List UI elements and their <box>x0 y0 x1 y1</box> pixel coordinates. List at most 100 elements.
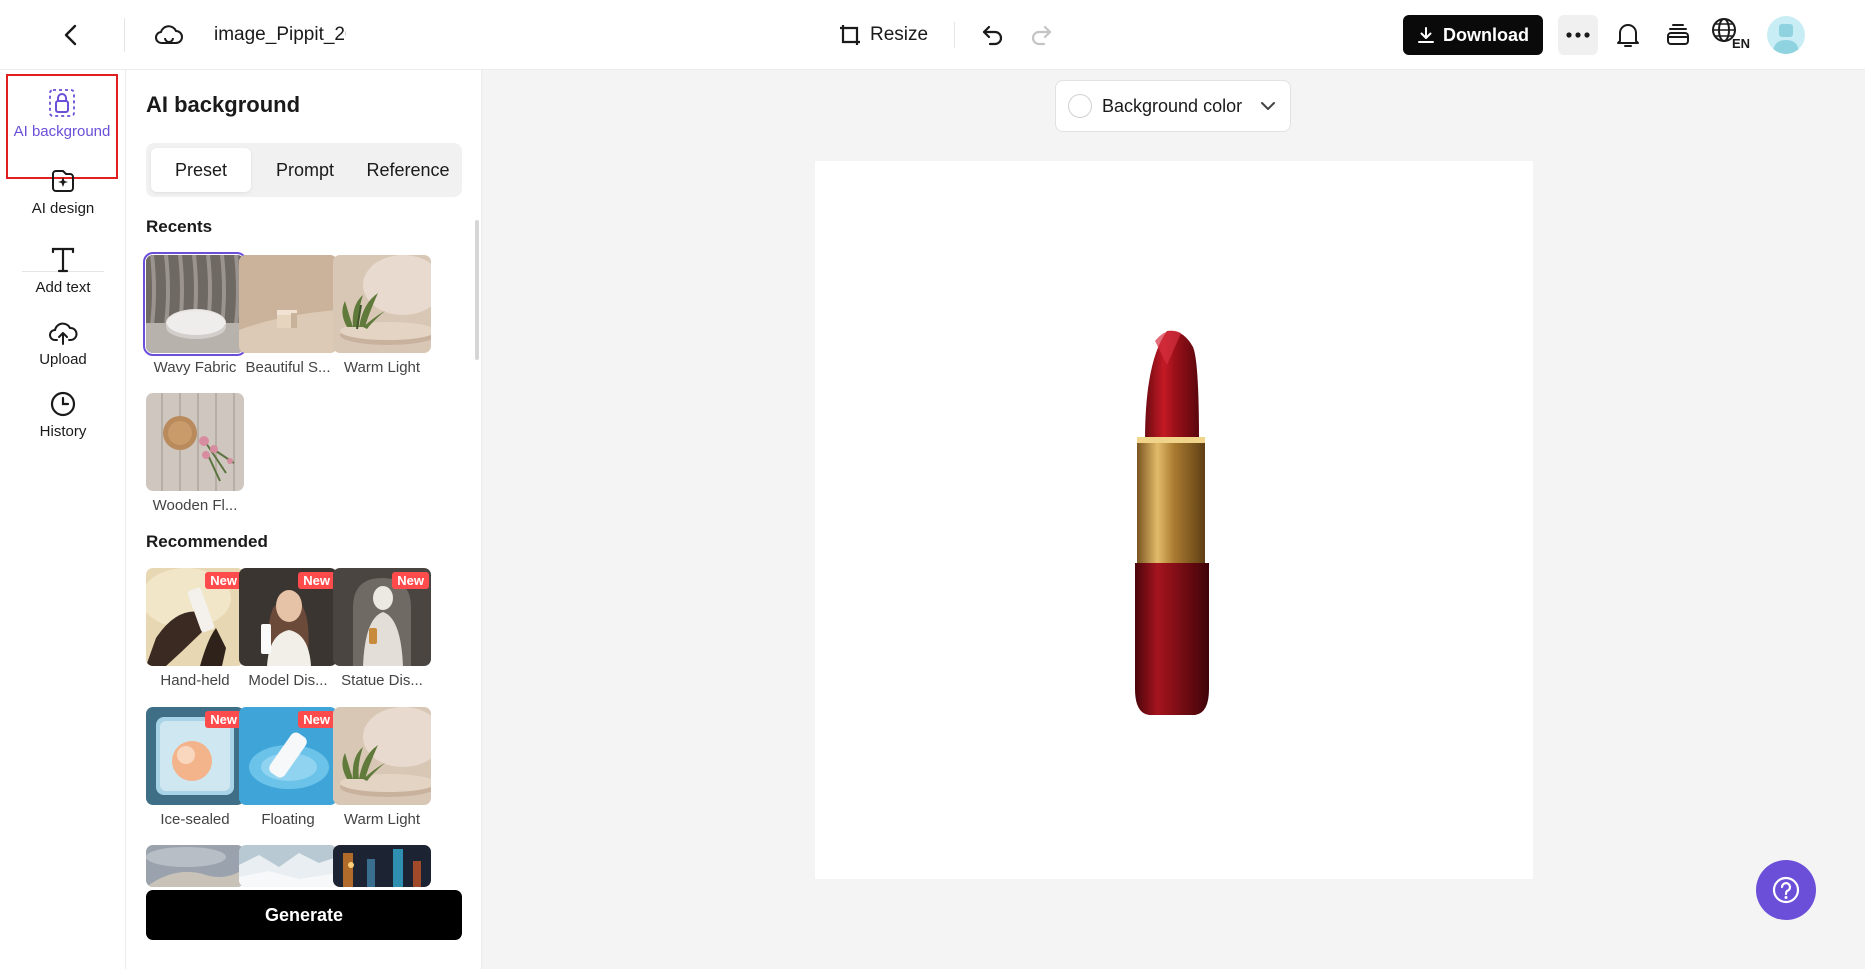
new-badge: New <box>298 572 335 589</box>
more-dots-icon <box>1566 32 1590 38</box>
preset-thumbnail[interactable]: Wooden Fl... <box>146 393 244 514</box>
new-badge: New <box>205 572 242 589</box>
preset-thumbnail[interactable]: Warm Light <box>333 707 431 828</box>
preset-thumbnail[interactable]: New Ice-sealed <box>146 707 244 828</box>
preset-thumbnail[interactable]: Beautiful S... <box>239 255 337 376</box>
notification-button[interactable] <box>1610 17 1646 53</box>
cloud-save-icon[interactable] <box>152 20 186 50</box>
preset-image <box>333 845 431 887</box>
preset-image: New <box>239 707 337 805</box>
ai-background-panel: AI background Preset Prompt Reference Re… <box>126 70 482 969</box>
preset-label: Ice-sealed <box>160 811 230 828</box>
preset-thumbnail[interactable]: New Model Dis... <box>239 568 337 689</box>
rail-item-label: AI design <box>31 200 95 217</box>
rail-item-add-text[interactable]: Add text <box>8 246 118 298</box>
more-options-button[interactable] <box>1558 15 1598 55</box>
preset-label: Model Dis... <box>248 672 328 689</box>
recents-title: Recents <box>146 217 213 236</box>
preset-image <box>146 845 244 887</box>
download-label: Download <box>1443 24 1529 45</box>
rail-item-ai-background[interactable]: AI background <box>6 74 118 179</box>
tab-preset[interactable]: Preset <box>151 148 251 192</box>
divider <box>124 18 125 52</box>
subscription-button[interactable] <box>1660 17 1696 53</box>
preset-label: Warm Light <box>343 359 421 376</box>
chevron-left-icon <box>64 24 77 46</box>
text-icon <box>51 247 75 273</box>
question-mark-icon <box>1772 876 1800 904</box>
resize-button[interactable]: Resize <box>838 18 928 52</box>
preset-image <box>333 255 431 353</box>
generate-button[interactable]: Generate <box>146 890 462 940</box>
preset-label: Statue Dis... <box>341 672 423 689</box>
clock-icon <box>50 391 76 417</box>
preset-image <box>146 393 244 491</box>
preset-image <box>239 845 337 887</box>
preset-label: Wavy Fabric <box>153 359 237 376</box>
redo-button[interactable] <box>1024 18 1058 52</box>
preset-image: New <box>146 707 244 805</box>
tab-reference[interactable]: Reference <box>357 148 459 192</box>
preset-thumbnail[interactable] <box>146 845 244 887</box>
ai-background-icon <box>49 89 75 117</box>
new-badge: New <box>205 711 242 728</box>
rail-item-ai-design[interactable]: AI design <box>8 167 118 219</box>
panel-title: AI background <box>146 92 301 117</box>
download-button[interactable]: Download <box>1403 15 1543 55</box>
preset-label: Floating <box>261 811 315 828</box>
color-swatch <box>1068 94 1092 118</box>
preset-thumbnail[interactable] <box>333 845 431 887</box>
preset-image: New <box>239 568 337 666</box>
preset-thumbnail[interactable] <box>239 845 337 887</box>
left-toolbar: AI background AI design Add text Upload … <box>0 70 126 969</box>
user-avatar-icon <box>1773 24 1799 54</box>
recommended-title: Recommended <box>146 532 268 551</box>
language-button[interactable]: EN <box>1710 16 1754 54</box>
preset-image <box>143 252 247 356</box>
panel-scrollbar[interactable] <box>475 220 479 360</box>
preset-thumbnail[interactable]: Warm Light <box>333 255 431 376</box>
preset-thumbnail[interactable]: New Hand-held <box>146 568 244 689</box>
preset-thumbnail[interactable]: New Statue Dis... <box>333 568 431 689</box>
avatar[interactable] <box>1767 16 1805 54</box>
upload-cloud-icon <box>49 322 78 345</box>
help-button[interactable] <box>1756 860 1816 920</box>
preset-image: New <box>146 568 244 666</box>
download-icon <box>1418 27 1434 43</box>
undo-button[interactable] <box>976 18 1010 52</box>
rail-item-upload[interactable]: Upload <box>8 318 118 370</box>
file-name[interactable]: image_Pippit_20 <box>214 22 346 48</box>
undo-icon <box>982 25 1003 46</box>
background-color-label: Background color <box>1102 95 1243 116</box>
design-canvas[interactable] <box>815 161 1533 879</box>
rail-item-label: History <box>39 423 87 440</box>
rail-item-label: Add text <box>35 279 91 296</box>
canvas-workspace: Background color <box>482 70 1865 969</box>
product-image[interactable] <box>815 161 1533 879</box>
preset-image <box>333 707 431 805</box>
preset-thumbnail[interactable]: New Floating <box>239 707 337 828</box>
background-color-dropdown[interactable]: Background color <box>1055 80 1291 132</box>
preset-label: Wooden Fl... <box>152 497 238 514</box>
preset-label: Warm Light <box>343 811 421 828</box>
language-code: EN <box>1732 36 1751 51</box>
divider <box>954 22 955 48</box>
preset-label: Beautiful S... <box>245 359 331 376</box>
ai-design-icon <box>52 170 74 192</box>
new-badge: New <box>392 572 429 589</box>
rail-item-history[interactable]: History <box>8 390 118 442</box>
preset-label: Hand-held <box>160 672 230 689</box>
preset-image: New <box>333 568 431 666</box>
tab-bar: Preset Prompt Reference <box>146 143 462 197</box>
preset-thumbnail[interactable]: Wavy Fabric <box>143 252 247 376</box>
tab-prompt[interactable]: Prompt <box>255 148 355 192</box>
preset-image <box>239 255 337 353</box>
resize-label: Resize <box>870 24 929 45</box>
new-badge: New <box>298 711 335 728</box>
rail-item-label: Upload <box>39 351 87 368</box>
redo-icon <box>1031 25 1052 46</box>
resize-icon <box>840 25 860 45</box>
stack-icon <box>1667 24 1689 45</box>
back-button[interactable] <box>54 18 88 52</box>
rail-item-label: AI background <box>13 123 111 140</box>
